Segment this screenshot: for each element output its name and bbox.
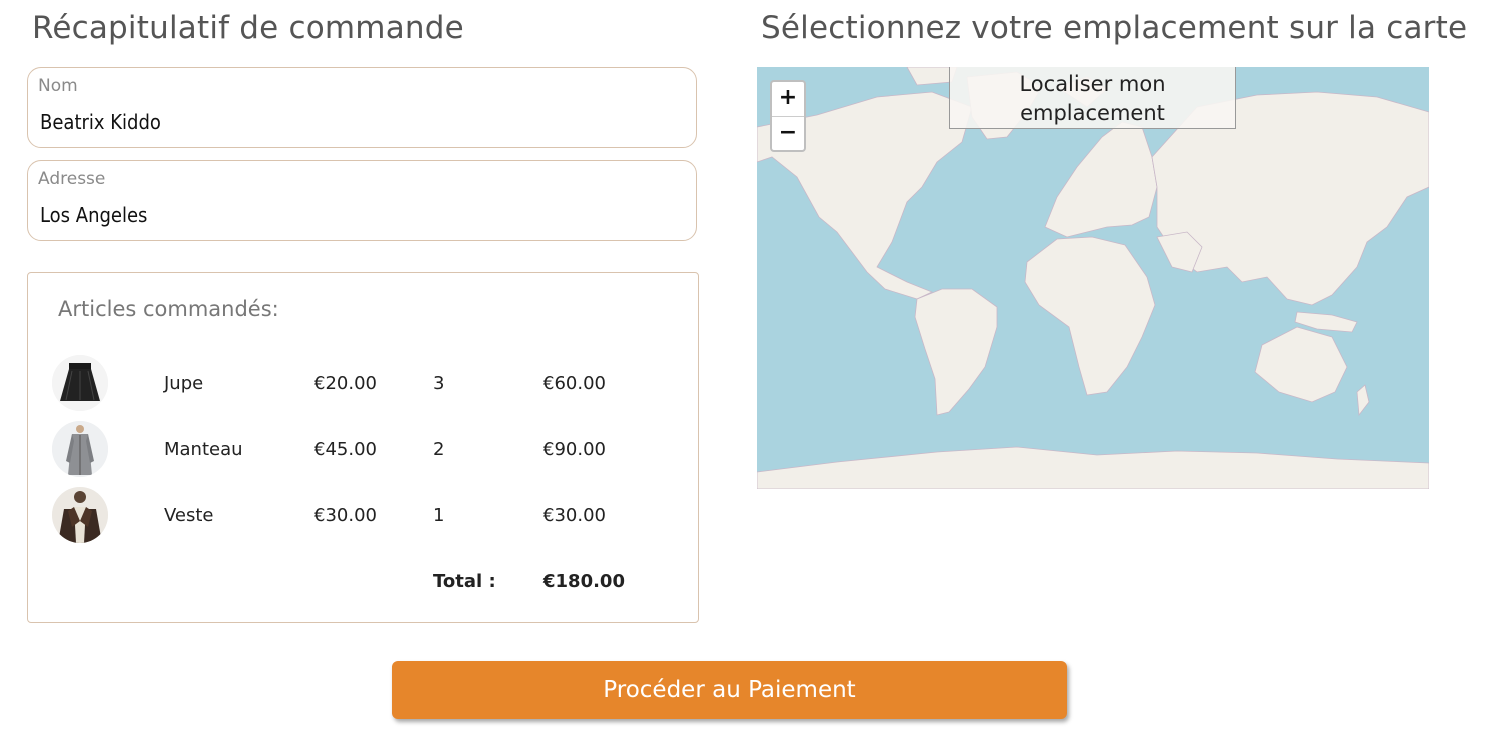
zoom-in-button[interactable]: +: [772, 82, 804, 117]
name-label: Nom: [38, 76, 78, 96]
total-label: Total :: [433, 571, 496, 592]
map-title: Sélectionnez votre emplacement sur la ca…: [761, 10, 1468, 46]
address-input[interactable]: [40, 203, 680, 227]
world-map-tiles: [757, 67, 1429, 489]
item-name: Jupe: [164, 373, 204, 394]
locate-me-button[interactable]: Localiser mon emplacement: [949, 67, 1236, 129]
skirt-thumbnail: [52, 355, 108, 411]
item-name: Manteau: [164, 439, 243, 460]
item-subtotal: €30.00: [543, 505, 606, 526]
jacket-thumbnail: [52, 487, 108, 543]
table-row: Manteau €45.00 2 €90.00: [28, 421, 698, 481]
item-name: Veste: [164, 505, 214, 526]
total-value: €180.00: [543, 571, 625, 592]
order-summary-title: Récapitulatif de commande: [32, 10, 464, 46]
address-label: Adresse: [38, 169, 106, 189]
item-quantity: 2: [433, 439, 445, 460]
item-quantity: 1: [433, 505, 445, 526]
item-subtotal: €90.00: [543, 439, 606, 460]
item-price: €45.00: [314, 439, 377, 460]
item-subtotal: €60.00: [543, 373, 606, 394]
name-field[interactable]: Nom: [27, 67, 697, 148]
name-input[interactable]: [40, 110, 680, 134]
locate-me-label-line2: emplacement: [1020, 101, 1165, 125]
item-price: €30.00: [314, 505, 377, 526]
address-field[interactable]: Adresse: [27, 160, 697, 241]
zoom-out-button[interactable]: −: [772, 117, 804, 151]
ordered-articles-panel: Articles commandés: Jupe €20.00 3 €60.00: [27, 272, 699, 623]
item-quantity: 3: [433, 373, 445, 394]
ordered-articles-title: Articles commandés:: [58, 297, 279, 321]
coat-thumbnail: [52, 421, 108, 477]
world-map[interactable]: + − Localiser mon emplacement: [757, 67, 1429, 489]
locate-me-label-line1: Localiser mon: [1019, 72, 1166, 96]
item-price: €20.00: [314, 373, 377, 394]
zoom-control: + −: [770, 80, 806, 152]
table-row: Veste €30.00 1 €30.00: [28, 487, 698, 547]
proceed-to-payment-button[interactable]: Procéder au Paiement: [392, 661, 1067, 719]
table-row: Jupe €20.00 3 €60.00: [28, 355, 698, 415]
